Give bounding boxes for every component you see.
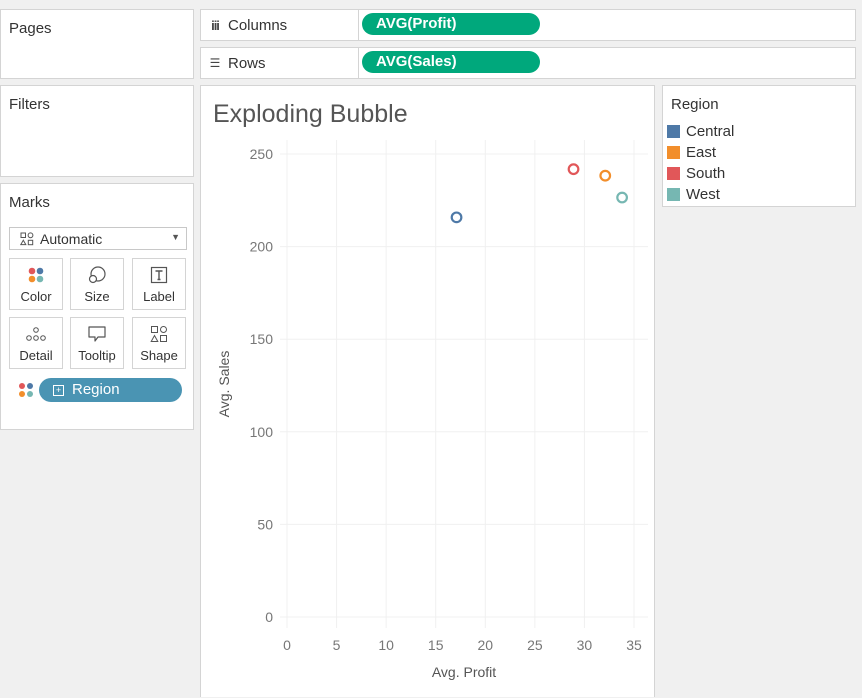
x-tick-label: 15 [428, 637, 444, 653]
legend-item-east[interactable]: East [667, 142, 716, 163]
x-tick-label: 20 [477, 637, 493, 653]
x-tick-label: 25 [527, 637, 543, 653]
pages-shelf[interactable]: Pages [0, 9, 194, 79]
tooltip-icon [71, 324, 123, 344]
detail-button[interactable]: Detail [9, 317, 63, 369]
legend-label: East [686, 144, 717, 161]
legend-swatch [667, 167, 680, 180]
marks-title: Marks [9, 194, 50, 211]
rows-shelf-label: ☰ Rows [201, 48, 359, 78]
legend-title: Region [671, 96, 719, 113]
y-tick-label: 250 [250, 146, 274, 162]
y-tick-label: 200 [250, 239, 274, 255]
size-icon [71, 265, 123, 285]
rows-label-text: Rows [228, 54, 266, 72]
region-field-pill[interactable]: + Region [39, 378, 182, 402]
chevron-down-icon[interactable]: ▼ [171, 232, 180, 242]
y-tick-label: 150 [250, 331, 274, 347]
shape-icon [133, 324, 185, 344]
region-pill-label: Region [72, 381, 120, 398]
filters-title: Filters [9, 96, 50, 113]
legend-item-central[interactable]: Central [667, 121, 734, 142]
legend-swatch [667, 188, 680, 201]
shape-button[interactable]: Shape [132, 317, 186, 369]
legend-item-south[interactable]: South [667, 163, 725, 184]
legend-swatch [667, 125, 680, 138]
pages-title: Pages [9, 20, 52, 37]
color-button[interactable]: Color [9, 258, 63, 310]
columns-label-text: Columns [228, 16, 288, 34]
x-tick-label: 5 [333, 637, 341, 653]
columns-icon: iii [211, 17, 220, 33]
x-axis-title: Avg. Profit [432, 664, 496, 680]
shape-label: Shape [140, 348, 178, 363]
columns-shelf[interactable]: iii Columns AVG(Profit) [200, 9, 856, 41]
y-tick-label: 0 [265, 609, 273, 625]
data-point-central[interactable] [450, 211, 463, 224]
detail-label: Detail [19, 348, 53, 363]
columns-pill[interactable]: AVG(Profit) [362, 13, 540, 35]
label-label: Label [143, 289, 175, 304]
tooltip-label: Tooltip [78, 348, 116, 363]
data-point-west[interactable] [616, 191, 629, 204]
data-point-south[interactable] [567, 163, 580, 176]
tooltip-button[interactable]: Tooltip [70, 317, 124, 369]
mark-type-dropdown[interactable]: Automatic ▼ [9, 227, 187, 250]
marks-card: Marks Automatic ▼ Color Size Label Detai… [0, 183, 194, 430]
label-button[interactable]: Label [132, 258, 186, 310]
y-tick-label: 100 [250, 424, 274, 440]
label-icon [133, 265, 185, 285]
chart-view: Exploding Bubble 0 50 100 150 200 250 0 5 10 15 20… [200, 85, 655, 697]
rows-shelf[interactable]: ☰ Rows AVG(Sales) [200, 47, 856, 79]
color-label: Color [20, 289, 52, 304]
legend-label: Central [686, 123, 735, 140]
y-tick-label: 50 [257, 516, 273, 532]
expand-icon[interactable]: + [53, 385, 64, 396]
legend-item-west[interactable]: West [667, 184, 720, 205]
rows-icon: ☰ [209, 56, 221, 70]
mark-type-value: Automatic [40, 230, 103, 247]
legend-swatch [667, 146, 680, 159]
detail-icon [10, 324, 62, 344]
y-axis-title: Avg. Sales [216, 351, 232, 418]
data-point-east[interactable] [599, 169, 612, 182]
filters-shelf[interactable]: Filters [0, 85, 194, 177]
rows-pill[interactable]: AVG(Sales) [362, 51, 540, 73]
x-tick-label: 0 [283, 637, 291, 653]
columns-shelf-label: iii Columns [201, 10, 359, 40]
x-tick-label: 10 [378, 637, 394, 653]
size-label: Size [84, 289, 110, 304]
legend-label: South [686, 165, 726, 182]
scatter-chart[interactable]: 0 50 100 150 200 250 0 5 10 15 20 25 30 35 Avg. Profit… [201, 86, 656, 698]
color-encoding-icon [18, 382, 34, 403]
legend-label: West [686, 186, 720, 203]
region-legend: Region Central East South West [662, 85, 856, 207]
size-button[interactable]: Size [70, 258, 124, 310]
x-tick-label: 30 [577, 637, 593, 653]
automatic-mark-icon [20, 231, 34, 246]
color-icon [10, 265, 62, 285]
x-tick-label: 35 [626, 637, 642, 653]
